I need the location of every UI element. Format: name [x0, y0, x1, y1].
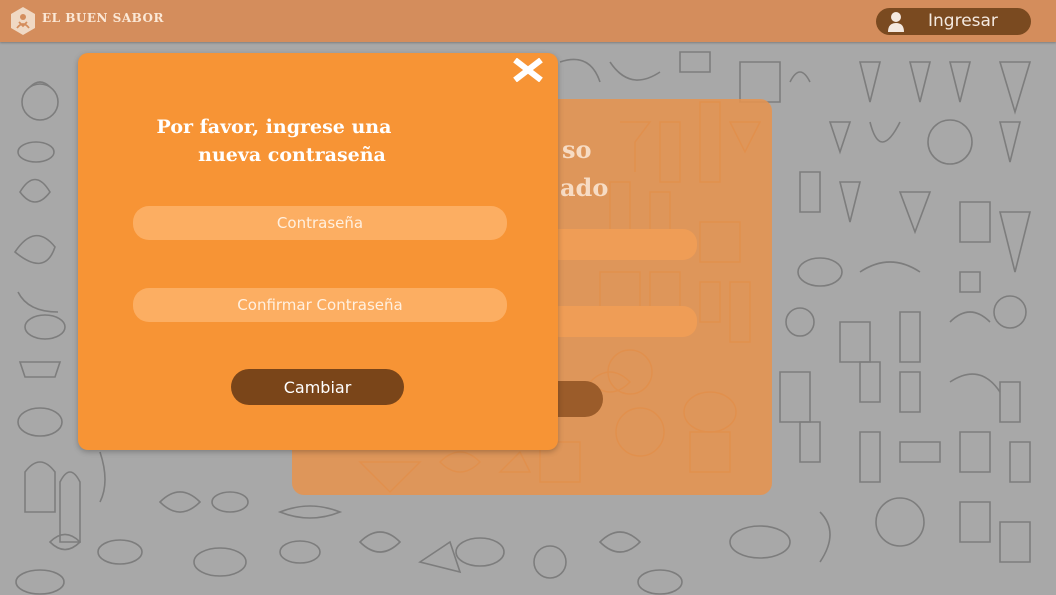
login-button[interactable]: Ingresar [876, 8, 1031, 35]
chef-hat-icon[interactable] [10, 6, 36, 36]
change-password-button[interactable]: Cambiar [231, 369, 404, 405]
top-navbar: EL BUEN SABOR Ingresar [0, 0, 1056, 42]
background-card-title: so ado [560, 135, 609, 202]
background-field-1 [545, 229, 697, 260]
password-input[interactable] [133, 206, 507, 240]
close-icon[interactable] [512, 57, 544, 83]
login-label: Ingresar [928, 11, 998, 31]
background-field-2 [545, 306, 697, 337]
modal-title: Por favor, ingrese una nueva contraseña [156, 116, 392, 166]
confirm-password-input[interactable] [133, 288, 507, 322]
brand-name: EL BUEN SABOR [42, 11, 164, 25]
user-icon [886, 11, 906, 38]
